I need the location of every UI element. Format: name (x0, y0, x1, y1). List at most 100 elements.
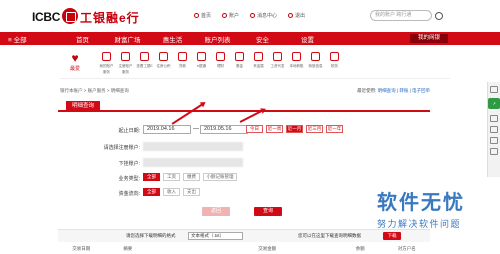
watermark-title: 软件无忧 (377, 190, 465, 214)
account-select[interactable] (143, 142, 243, 151)
quick-item-icon (216, 52, 225, 61)
quick-item-label: 本地转账 (289, 64, 304, 68)
qrcode-icon[interactable] (490, 137, 498, 144)
range-week[interactable]: 近一周 (266, 125, 283, 133)
table-header-cell: 摘要 (123, 246, 133, 251)
quick-item[interactable]: 理财 (212, 52, 229, 75)
quick-item[interactable]: 贵金属 (250, 52, 267, 75)
account-link[interactable]: 账户 (222, 12, 239, 19)
power-icon (288, 13, 294, 19)
direction-row: 资金流向: 全部 收入 支出 (58, 188, 430, 197)
quick-item[interactable]: 注册账户服务 (117, 52, 134, 75)
type-small-accounting[interactable]: 小额记账管理 (203, 173, 237, 181)
table-header-cell (198, 244, 245, 254)
range-today[interactable]: 今日 (246, 125, 263, 133)
nav-all[interactable]: 全部 (0, 34, 60, 44)
direction-expense[interactable]: 支出 (183, 188, 200, 196)
home-link[interactable]: 首页 (194, 12, 211, 19)
date-row: 起止日期: 2019.04.16 — 2019.05.16 今日 近一周 近一月… (58, 125, 430, 134)
quick-item[interactable]: 工资代发 (269, 52, 286, 75)
quick-items: 我的账户服务 注册账户服务 查看工银E 住房公积 贷款 e银通 理财 基金 贵金属 工资代发 本地转… (98, 52, 343, 75)
quick-item[interactable]: 商旅信息 (307, 52, 324, 75)
phone-icon[interactable] (490, 126, 498, 133)
type-row: 业务类型: 全部 工资 缴费 小额记账管理 (58, 173, 430, 182)
table-header-cell (291, 244, 338, 254)
start-date-input[interactable]: 2019.04.16 (143, 125, 191, 134)
quick-menu: ♥ 最爱 我的账户服务 注册账户服务 查看工银E 住房公积 贷款 e银通 理财 基金 贵金属 工资… (60, 47, 450, 79)
sub-account-label: 下挂账户: (118, 161, 140, 167)
table-header-cell: 余额 (355, 246, 365, 251)
search-input[interactable]: 我的账户 跨行通 (370, 10, 432, 21)
quick-item-icon (102, 52, 111, 61)
table-header-cell: 交易金额 (258, 246, 277, 251)
quick-item-label: 税务 (331, 64, 338, 68)
nav-home[interactable]: 首页 (60, 34, 105, 44)
recent-link-receipt[interactable]: 电子回单 (412, 88, 430, 93)
grid-icon[interactable] (490, 86, 498, 93)
search-icon[interactable] (435, 12, 443, 20)
type-label: 业务类型: (118, 176, 140, 182)
type-salary[interactable]: 工资 (163, 173, 180, 181)
type-payment[interactable]: 缴费 (183, 173, 200, 181)
quick-item[interactable]: 查看工银E (136, 52, 153, 75)
quick-item-icon (235, 52, 244, 61)
quick-item-icon (273, 52, 282, 61)
quick-item-icon (178, 52, 187, 61)
quick-item[interactable]: 本地转账 (288, 52, 305, 75)
sub-account-select[interactable] (143, 158, 243, 167)
message-center-link[interactable]: 消息中心 (250, 12, 277, 19)
logo-text[interactable]: ICBC (32, 10, 60, 24)
quick-item[interactable]: 住房公积 (155, 52, 172, 75)
quick-item-label: 工资代发 (270, 64, 285, 68)
quick-item-label: 基金 (236, 64, 243, 68)
notification-badge[interactable]: ↗ (488, 98, 500, 109)
download-button[interactable]: 下载 (383, 232, 401, 240)
chat-icon[interactable] (490, 115, 498, 122)
favorites-item[interactable]: ♥ 最爱 (60, 47, 90, 79)
sub-account-row: 下挂账户: (58, 158, 430, 167)
range-year[interactable]: 近一年 (326, 125, 343, 133)
recent-link-transfer[interactable]: 转账 (399, 88, 408, 93)
range-three-months[interactable]: 近三月 (306, 125, 323, 133)
nav-security[interactable]: 安全 (240, 34, 285, 44)
format-select[interactable]: 文本格式（.txt） (188, 232, 243, 240)
back-button[interactable]: 返回 (202, 207, 230, 216)
quick-item-label: 住房公积 (156, 64, 171, 68)
my-ebank-button[interactable]: 我的网银 (410, 34, 448, 43)
tab-detail-query[interactable]: 明细查询 (66, 101, 100, 112)
watermark-subtitle: 努力解决软件问题 (377, 220, 462, 230)
quick-item-icon (159, 52, 168, 61)
quick-item[interactable]: 我的账户服务 (98, 52, 115, 75)
quick-item[interactable]: 贷款 (174, 52, 191, 75)
location-icon (194, 13, 199, 19)
direction-income[interactable]: 收入 (163, 188, 180, 196)
logout-link[interactable]: 退出 (288, 12, 305, 19)
table-header-cell: 交易日期 (72, 246, 91, 251)
quick-item[interactable]: 基金 (231, 52, 248, 75)
direction-all[interactable]: 全部 (143, 188, 160, 196)
format-text: 请您选择下载明细的格式 (126, 233, 176, 238)
recent-links: 最近使用: 明细查询 | 转账 | 电子回单 (357, 88, 430, 93)
quick-item-label: 贷款 (179, 64, 186, 68)
range-month[interactable]: 近一月 (286, 125, 303, 133)
quick-item[interactable]: e银通 (193, 52, 210, 75)
recent-link-detail[interactable]: 明细查询 (378, 88, 396, 93)
quick-item[interactable]: 税务 (326, 52, 343, 75)
quick-item-icon (292, 52, 301, 61)
query-button[interactable]: 查询 (254, 207, 282, 216)
type-all[interactable]: 全部 (143, 173, 160, 181)
quick-item-icon (121, 52, 130, 61)
nav-accounts[interactable]: 账户列表 (195, 34, 240, 44)
main-nav: 全部 首页 财富广场 惠生活 账户列表 安全 设置 我的网银 (0, 32, 500, 45)
quick-item-icon (311, 52, 320, 61)
download-bar: 请您选择下载明细的格式 文本格式（.txt） 您可以在这里下载查询明细数据 下载 (58, 229, 430, 242)
nav-life[interactable]: 惠生活 (150, 34, 195, 44)
quick-item-icon (197, 52, 206, 61)
top-icon[interactable] (490, 148, 498, 155)
icbc-logo-icon (62, 8, 78, 24)
end-date-input[interactable]: 2019.05.16 (200, 125, 248, 134)
quick-item-label: 商旅信息 (308, 64, 323, 68)
nav-settings[interactable]: 设置 (285, 34, 330, 44)
nav-wealth[interactable]: 财富广场 (105, 34, 150, 44)
table-header-cell: 对方户名 (397, 246, 416, 251)
